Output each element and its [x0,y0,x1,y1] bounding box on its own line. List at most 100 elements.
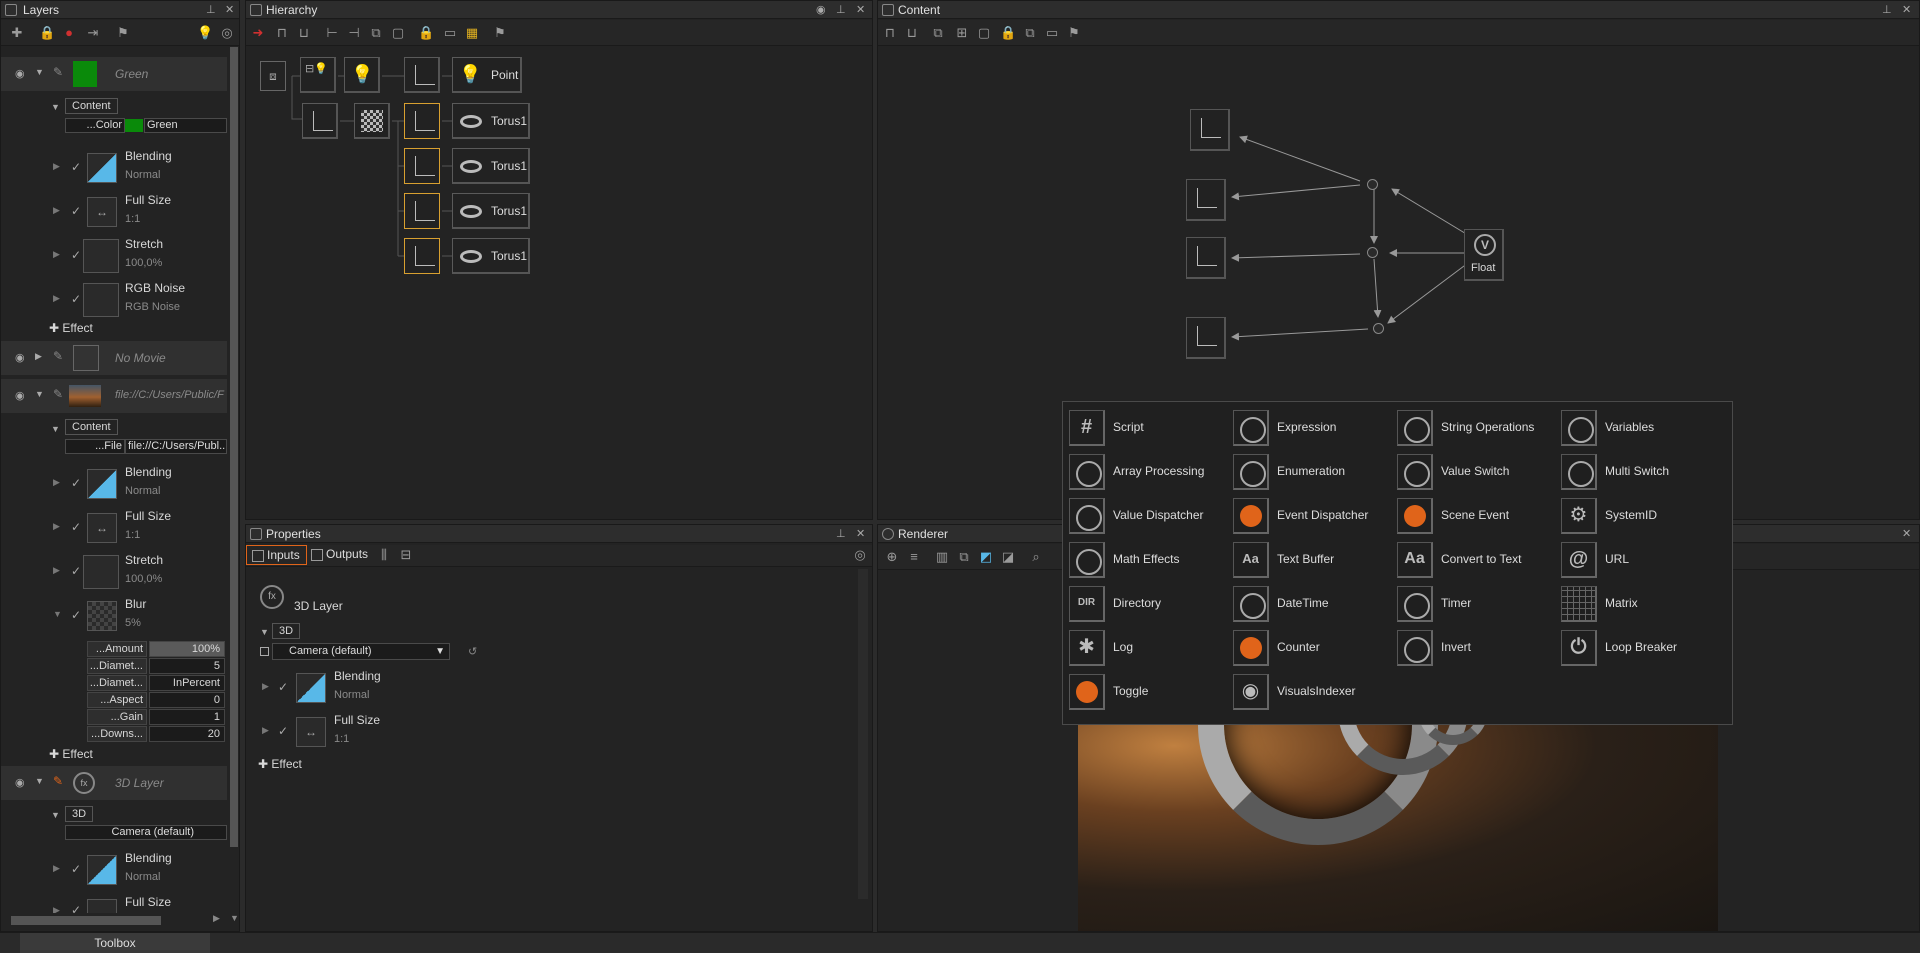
menu-item-scene-event[interactable]: Scene Event [1393,496,1553,534]
menu-item-value-switch[interactable]: Value Switch [1393,452,1553,490]
effect-stretch[interactable]: ▶ ✓ Stretch 100,0% [1,551,231,591]
menu-item-multi-switch[interactable]: Multi Switch [1557,452,1717,490]
check-icon[interactable]: ✓ [71,862,81,876]
brush-icon[interactable]: ✎ [53,774,63,788]
properties-scrollbar[interactable] [858,569,868,899]
transform-node[interactable] [1186,237,1226,279]
expression-dot[interactable] [1367,179,1378,190]
expand-arrow-icon[interactable]: ▶ [53,205,60,216]
blur-prop-row[interactable]: ...Gain 1 [87,709,227,725]
expand-arrow-icon[interactable]: ▶ [53,161,60,172]
expression-dot[interactable] [1367,247,1378,258]
color-value-field[interactable]: Green [144,118,227,133]
menu-item-matrix[interactable]: Matrix [1557,584,1717,622]
expression-dot[interactable] [1373,323,1384,334]
expand-arrow-icon[interactable]: ▼ [260,627,269,637]
check-icon[interactable]: ✓ [278,680,288,694]
brush-icon[interactable]: ✎ [53,387,63,401]
file-value-field[interactable]: file://C:/Users/Publ... [125,439,227,454]
blur-prop-row[interactable]: ...Downs... 20 [87,726,227,742]
tab-toolbox[interactable]: Toolbox [20,933,210,953]
camera-dropdown[interactable]: Camera (default) ▼ [272,643,450,660]
effect-blending[interactable]: ▶ ✓ Blending Normal [1,849,231,889]
menu-item-visuals-indexer[interactable]: ◉ VisualsIndexer [1229,672,1389,710]
layers-horizontal-scrollbar[interactable] [11,916,161,925]
effect-blending[interactable]: ▶ ✓ Blending Normal [1,463,231,503]
expand-arrow-icon[interactable]: ▼ [51,810,60,820]
menu-item-counter[interactable]: Counter [1229,628,1389,666]
record-icon[interactable]: ● [61,25,77,41]
menu-item-directory[interactable]: DIR Directory [1065,584,1225,622]
prop-value[interactable]: 5 [149,658,225,674]
menu-item-array-processing[interactable]: Array Processing [1065,452,1225,490]
pin-icon[interactable]: ⊥ [206,1,216,19]
color-swatch-small[interactable] [125,119,143,132]
effect-blending[interactable]: ▶ ✓ Blending Normal [246,667,546,707]
transform-node[interactable] [1190,109,1230,151]
expand-arrow-icon[interactable]: ▼ [35,389,44,399]
eye-icon[interactable]: ◉ [15,67,25,80]
expand-arrow-icon[interactable]: ▶ [53,293,60,304]
lock-icon[interactable]: 🔒 [39,25,55,41]
prop-value[interactable]: 1 [149,709,225,725]
menu-item-enumeration[interactable]: Enumeration [1229,452,1389,490]
prop-value[interactable]: 0 [149,692,225,708]
blur-prop-row[interactable]: ...Aspect 0 [87,692,227,708]
expand-arrow-icon[interactable]: ▼ [51,424,60,434]
menu-item-convert-to-text[interactable]: Aa Convert to Text [1393,540,1553,578]
tab-outputs[interactable]: Outputs [306,545,374,565]
check-icon[interactable]: ✓ [71,903,81,913]
effect-stretch[interactable]: ▶ ✓ Stretch 100,0% [1,235,231,275]
layer-row-3d[interactable]: ◉ ▼ ✎ fx 3D Layer [1,766,227,800]
menu-item-url[interactable]: @ URL [1557,540,1717,578]
effect-blending[interactable]: ▶ ✓ Blending Normal [1,147,231,187]
expand-arrow-icon[interactable]: ▼ [53,609,62,619]
bookmark-icon[interactable]: ⚑ [115,25,131,41]
eye-icon[interactable]: ◉ [15,389,25,402]
menu-item-script[interactable]: # Script [1065,408,1225,446]
export-icon[interactable]: ⇥ [85,25,101,41]
check-icon[interactable]: ✓ [278,724,288,738]
transform-node[interactable] [1186,317,1226,359]
menu-item-text-buffer[interactable]: Aa Text Buffer [1229,540,1389,578]
layer-row-file[interactable]: ◉ ▼ ✎ file://C:/Users/Public/F [1,379,227,413]
expand-arrow-icon[interactable]: ▼ [35,776,44,786]
layers-vertical-scrollbar[interactable] [230,47,238,847]
check-icon[interactable]: ✓ [71,476,81,490]
camera-field[interactable]: Camera (default) [65,825,227,840]
check-icon[interactable]: ✓ [71,608,81,622]
expand-arrow-icon[interactable]: ▶ [262,681,269,692]
prop-value[interactable]: 100% [149,641,225,657]
split-icon[interactable]: ⫼ [376,547,392,563]
close-icon[interactable]: ✕ [225,1,234,19]
check-icon[interactable]: ✓ [71,520,81,534]
pin-icon[interactable]: ⊥ [836,525,846,543]
expand-arrow-icon[interactable]: ▶ [262,725,269,736]
menu-item-math-effects[interactable]: Math Effects [1065,540,1225,578]
eye-icon[interactable]: ◉ [15,351,25,364]
frame-icon[interactable]: ⧉ [956,549,972,565]
effect-full-size[interactable]: ▶ ✓ ↔ Full Size 1:1 [1,191,231,231]
layers-dropdown-icon[interactable]: ≡ [906,549,922,565]
checkbox[interactable] [260,647,269,656]
expand-arrow-icon[interactable]: ▼ [35,67,44,77]
expand-arrow-icon[interactable]: ▼ [51,102,60,112]
globe-icon[interactable]: ⊕ [884,549,900,565]
layer-row-no-movie[interactable]: ◉ ▶ ✎ No Movie [1,341,227,375]
render-preview[interactable] [1078,725,1718,931]
scroll-right-arrow-icon[interactable]: ▶ [213,913,220,924]
check-icon[interactable]: ✓ [71,204,81,218]
lightbulb-icon[interactable]: 💡 [197,25,213,41]
add-effect-button[interactable]: ✚ Effect [49,321,93,335]
prop-value[interactable]: 20 [149,726,225,742]
prop-value[interactable]: InPercent [149,675,225,691]
scale-icon[interactable]: ◪ [1000,549,1016,565]
activity-icon[interactable]: ◎ [219,25,235,41]
brush-icon[interactable]: ✎ [53,349,63,363]
layout-icon[interactable]: ⊟ [398,547,414,563]
close-icon[interactable]: ✕ [1902,525,1911,543]
menu-item-loop-breaker[interactable]: ⏻ Loop Breaker [1557,628,1717,666]
layer-row-green[interactable]: ◉ ▼ ✎ Green [1,57,227,91]
expand-arrow-icon[interactable]: ▶ [53,905,60,913]
menu-item-variables[interactable]: Variables [1557,408,1717,446]
